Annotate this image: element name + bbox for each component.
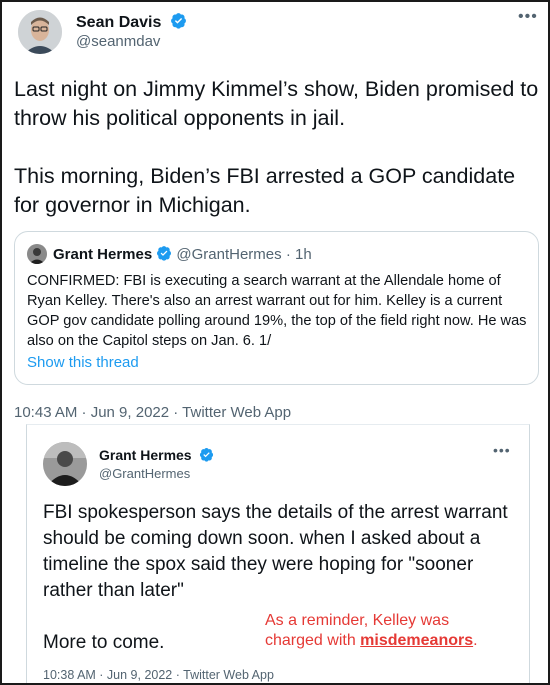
author-name-text[interactable]: Sean Davis	[76, 14, 161, 31]
annotation-text: charged with	[265, 632, 361, 649]
embedded-author-handle: @GrantHermes	[99, 466, 191, 481]
tweet-text: Last night on Jimmy Kimmel’s show, Biden…	[14, 75, 539, 249]
verified-badge-icon	[200, 448, 214, 462]
embedded-tweet-screenshot: Grant Hermes @GrantHermes ••• FBI spokes…	[26, 424, 530, 683]
annotation-punctuation: .	[473, 632, 478, 649]
verified-badge-icon	[170, 13, 186, 29]
quoted-author-handle[interactable]: @GrantHermes	[176, 246, 281, 263]
annotation-emphasis: misdemeanors	[360, 632, 474, 649]
quoted-author-name[interactable]: Grant Hermes	[53, 246, 152, 263]
quoted-author-avatar[interactable]	[27, 244, 47, 264]
embedded-author-name: Grant Hermes	[99, 447, 214, 463]
more-options-icon: •••	[493, 442, 511, 458]
embedded-paragraph: FBI spokesperson says the details of the…	[43, 502, 508, 601]
quoted-tweet-card[interactable]: Grant Hermes @GrantHermes · 1h CONFIRMED…	[14, 231, 539, 385]
quoted-tweet-time[interactable]: 1h	[295, 246, 312, 263]
quoted-tweet-header: Grant Hermes @GrantHermes · 1h	[53, 245, 312, 263]
author-handle[interactable]: @seanmdav	[76, 33, 160, 50]
screenshot-frame: Sean Davis @seanmdav ••• Last night on J…	[0, 0, 550, 685]
annotation-line: charged with misdemeanors.	[265, 631, 478, 651]
verified-badge-icon	[157, 246, 172, 261]
tweet-paragraph: This morning, Biden’s FBI arrested a GOP…	[14, 164, 516, 217]
show-thread-link[interactable]: Show this thread	[27, 354, 139, 371]
annotation-line: As a reminder, Kelley was	[265, 612, 450, 629]
embedded-author-name-text: Grant Hermes	[99, 447, 192, 463]
quoted-tweet-text: CONFIRMED: FBI is executing a search war…	[27, 273, 527, 349]
embedded-tweet-timestamp: 10:38 AM · Jun 9, 2022 · Twitter Web App	[43, 668, 274, 682]
more-options-icon[interactable]: •••	[518, 8, 538, 26]
separator-dot: ·	[285, 246, 291, 263]
author-avatar[interactable]	[18, 10, 62, 54]
tweet-timestamp[interactable]: 10:43 AM · Jun 9, 2022 · Twitter Web App	[14, 404, 291, 421]
embedded-author-avatar	[43, 442, 87, 486]
tweet-paragraph: Last night on Jimmy Kimmel’s show, Biden…	[14, 77, 539, 130]
embedded-tweet-text: FBI spokesperson says the details of the…	[43, 500, 513, 682]
red-annotation: As a reminder, Kelley was charged with m…	[265, 611, 478, 651]
author-name[interactable]: Sean Davis	[76, 12, 187, 32]
